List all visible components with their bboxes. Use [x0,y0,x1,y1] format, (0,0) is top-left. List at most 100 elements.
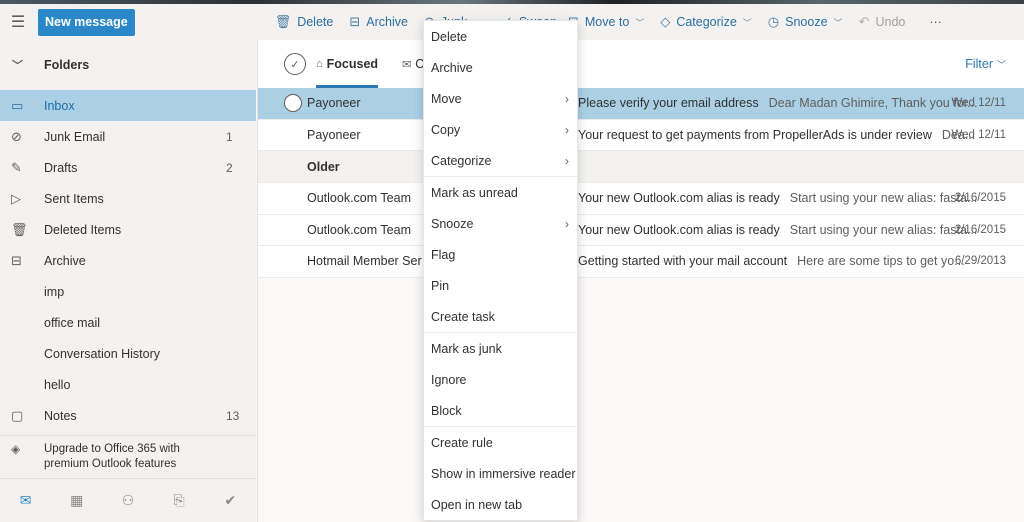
sidebar-item-drafts[interactable]: ✎ Drafts 2 [0,152,256,183]
folder-list: ▭ Inbox ⊘ Junk Email 1 ✎ Drafts 2 ▷ Sent Items 🗑 De… [0,90,256,431]
todo-icon[interactable]: ✔ [215,492,245,509]
select-radio[interactable] [284,94,302,113]
more-icon: ··· [929,15,942,29]
tag-icon: ◇ [660,14,671,29]
message-row[interactable]: Hotmail Member Services Getting started w… [258,246,1024,278]
message-date: 2/16/2015 [954,192,1006,205]
sidebar-item-imp[interactable]: imp [0,276,256,307]
menu-item-pin[interactable]: Pin [424,270,577,301]
menu-icon[interactable]: ☰ [0,4,36,40]
context-menu: Delete Archive Move › Copy › Categorize › Mark a… [423,20,578,521]
note-icon: ▢ [11,407,24,423]
message-group-older: Outlook.com Team Your new Outlook.com ali… [258,183,1024,278]
delete-label: Delete [297,15,334,29]
message-subject: Please verify your email address [578,96,759,111]
message-subject-line: Please verify your email address Dear Mad… [578,96,978,110]
chevron-right-icon: › [565,91,569,106]
upgrade-text: Upgrade to Office 365 with premium Outlo… [44,442,180,472]
filter-label: Filter [965,57,993,71]
sidebar-item-label: Inbox [44,98,75,113]
message-subject: Your request to get payments from Propel… [578,127,932,142]
calendar-icon[interactable]: ▦ [62,492,92,509]
menu-item-create-rule[interactable]: Create rule [424,427,577,458]
message-row[interactable]: Outlook.com Team Your new Outlook.com ali… [258,214,1024,246]
sidebar-item-label: Archive [44,253,86,268]
snooze-button[interactable]: ◷ Snooze ﹀ [768,4,843,40]
menu-item-label: Create rule [431,435,493,450]
menu-item-label: Mark as unread [431,185,518,200]
sidebar-item-label: Deleted Items [44,222,122,237]
message-row[interactable]: Outlook.com Team Your new Outlook.com ali… [258,183,1024,215]
sidebar-item-office-mail[interactable]: office mail [0,307,256,338]
archive-button[interactable]: ⊟ Archive [349,4,408,40]
message-row[interactable]: Payoneer Your request to get payments fro… [258,119,1024,151]
new-message-button[interactable]: New message [38,8,135,36]
menu-item-copy[interactable]: Copy › [424,114,577,145]
filter-button[interactable]: Filter ﹀ [965,40,1006,88]
tab-focused[interactable]: ⌂ Focused [316,40,379,88]
folders-header[interactable]: ﹀ Folders [0,40,256,90]
mail-icon[interactable]: ✉ [11,492,41,509]
message-sender: Outlook.com Team [307,191,411,206]
menu-item-label: Move [431,91,462,106]
sidebar-item-hello[interactable]: hello [0,369,256,400]
menu-item-label: Pin [431,278,450,293]
sidebar-item-label: Junk Email [44,129,106,144]
menu-item-label: Copy [431,122,461,137]
sidebar-item-deleted-items[interactable]: 🗑 Deleted Items [0,214,256,245]
focused-icon: ⌂ [316,58,323,70]
message-preview: Start using your new alias: fasta... [789,191,978,206]
sidebar-item-junk-email[interactable]: ⊘ Junk Email 1 [0,121,256,152]
menu-item-archive[interactable]: Archive [424,52,577,83]
menu-item-delete[interactable]: Delete [424,21,577,52]
delete-button[interactable]: 🗑 Delete [275,4,334,40]
menu-item-ignore[interactable]: Ignore [424,364,577,395]
unread-count: 1 [226,129,233,144]
undo-button[interactable]: ↶ Undo [859,4,906,40]
chevron-right-icon: › [565,122,569,137]
sidebar-item-sent-items[interactable]: ▷ Sent Items [0,183,256,214]
menu-item-block[interactable]: Block [424,395,577,426]
sidebar-item-label: Drafts [44,160,78,175]
menu-item-categorize[interactable]: Categorize › [424,145,577,176]
message-sender: Outlook.com Team [307,222,411,237]
menu-item-label: Categorize [431,153,492,168]
upgrade-banner[interactable]: ◈ Upgrade to Office 365 with premium Out… [0,435,256,483]
menu-item-flag[interactable]: Flag [424,239,577,270]
sidebar-item-label: Sent Items [44,191,104,206]
pencil-icon: ✎ [11,159,22,175]
menu-item-snooze[interactable]: Snooze › [424,208,577,239]
categorize-button[interactable]: ◇ Categorize ﹀ [660,4,751,40]
message-date: Wed 12/11 [951,128,1006,141]
sidebar-item-archive[interactable]: ⊟ Archive [0,245,256,276]
menu-item-open-in-new-tab[interactable]: Open in new tab [424,489,577,520]
sidebar-item-conversation-history[interactable]: Conversation History [0,338,256,369]
sidebar-item-notes[interactable]: ▢ Notes 13 [0,400,256,431]
select-all-checkbox[interactable]: ✓ [284,53,306,75]
message-sender: Payoneer [307,96,361,111]
archive-icon: ⊟ [11,252,22,268]
more-options-button[interactable]: ··· [929,4,942,40]
message-preview: Here are some tips to get yo... [797,254,965,269]
menu-item-mark-as-unread[interactable]: Mark as unread [424,177,577,208]
message-subject: Getting started with your mail account [578,254,788,269]
menu-item-move[interactable]: Move › [424,83,577,114]
menu-item-label: Archive [431,60,473,75]
categorize-label: Categorize [676,15,737,29]
sidebar-item-label: Conversation History [44,346,161,361]
people-icon[interactable]: ⚇ [113,492,143,509]
message-list-pane: ✓ ⌂ Focused ✉ Other Filter ﹀ Payoneer Ple… [257,40,1024,522]
menu-item-show-in-immersive-reader[interactable]: Show in immersive reader [424,458,577,489]
menu-item-label: Snooze [431,216,474,231]
upgrade-line-2: premium Outlook features [44,458,177,470]
menu-item-mark-as-junk[interactable]: Mark as junk [424,333,577,364]
move-to-button[interactable]: ⊡ Move to ﹀ [568,4,644,40]
folder-pane: ﹀ Folders ▭ Inbox ⊘ Junk Email 1 ✎ Drafts 2 ▷ Sen… [0,40,256,522]
sidebar-item-inbox[interactable]: ▭ Inbox [0,90,256,121]
attachment-icon[interactable]: ⎘ [164,492,194,509]
message-row[interactable]: Payoneer Please verify your email address… [258,88,1024,120]
undo-label: Undo [875,15,906,29]
menu-item-create-task[interactable]: Create task [424,301,577,332]
undo-icon: ↶ [858,14,870,29]
trash-icon: 🗑 [274,14,292,29]
